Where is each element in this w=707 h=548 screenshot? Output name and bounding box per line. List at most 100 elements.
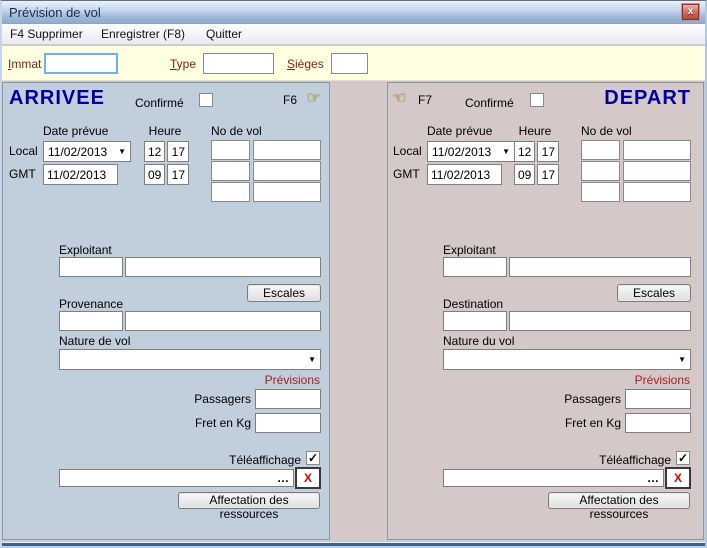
arrivee-gmt-minute-input[interactable] bbox=[167, 164, 189, 185]
arrivee-exploitant-code-input[interactable] bbox=[59, 257, 123, 277]
depart-teleaffichage-input[interactable] bbox=[444, 470, 645, 486]
prevision-de-vol-window: Prévision de vol x F4 Supprimer Enregist… bbox=[0, 0, 707, 548]
teleaffichage-label: Téléaffichage bbox=[229, 453, 301, 467]
immat-label: Immat bbox=[8, 57, 41, 71]
no-de-vol-cell[interactable] bbox=[623, 182, 691, 202]
menu-bar: F4 Supprimer Enregistrer (F8) Quitter bbox=[2, 24, 705, 45]
depart-nature-combo[interactable]: ▼ bbox=[443, 349, 691, 370]
arrivee-teleaffichage-field: … bbox=[59, 469, 294, 487]
arrivee-local-hour-input[interactable] bbox=[144, 141, 165, 162]
depart-local-date-combo[interactable]: 11/02/2013 ▼ bbox=[427, 141, 515, 162]
gmt-label: GMT bbox=[9, 167, 36, 181]
date-prevue-label: Date prévue bbox=[427, 124, 492, 138]
depart-gmt-date-input[interactable] bbox=[427, 164, 502, 185]
no-de-vol-cell[interactable] bbox=[211, 161, 250, 181]
no-de-vol-cell[interactable] bbox=[623, 161, 691, 181]
arrivee-confirme-checkbox[interactable] bbox=[199, 93, 213, 107]
no-de-vol-cell[interactable] bbox=[581, 161, 620, 181]
heure-label: Heure bbox=[139, 124, 191, 138]
no-de-vol-cell[interactable] bbox=[211, 182, 250, 202]
nature-de-vol-label: Nature de vol bbox=[59, 334, 130, 348]
hand-left-icon: ☜ bbox=[392, 88, 406, 108]
arrivee-exploitant-name-input[interactable] bbox=[125, 257, 321, 277]
depart-confirme-checkbox[interactable] bbox=[530, 93, 544, 107]
chevron-down-icon: ▼ bbox=[502, 147, 510, 156]
hand-right-icon: ☞ bbox=[307, 88, 321, 108]
menu-item-quitter[interactable]: Quitter bbox=[206, 27, 242, 41]
ellipsis-browse-icon[interactable]: … bbox=[277, 471, 290, 485]
arrivee-gmt-date-input[interactable] bbox=[43, 164, 118, 185]
no-de-vol-cell[interactable] bbox=[211, 140, 250, 160]
ellipsis-browse-icon[interactable]: … bbox=[647, 471, 660, 485]
no-de-vol-cell[interactable] bbox=[581, 182, 620, 202]
depart-passagers-input[interactable] bbox=[625, 389, 691, 409]
type-label: Type bbox=[170, 57, 196, 71]
depart-teleaffichage-checkbox[interactable]: ✓ bbox=[676, 451, 690, 465]
fret-en-kg-label: Fret en Kg bbox=[195, 416, 251, 430]
type-input[interactable] bbox=[203, 53, 274, 74]
depart-fkey-label: F7 bbox=[418, 93, 432, 107]
immat-input[interactable] bbox=[44, 53, 118, 74]
arrivee-gmt-hour-input[interactable] bbox=[144, 164, 165, 185]
window-bottom-border bbox=[2, 542, 705, 548]
arrivee-teleaffichage-input[interactable] bbox=[60, 470, 275, 486]
arrivee-clear-button[interactable]: X bbox=[295, 467, 321, 489]
fret-en-kg-label: Fret en Kg bbox=[565, 416, 621, 430]
previsions-label: Prévisions bbox=[635, 373, 690, 387]
menu-item-f4-supprimer[interactable]: F4 Supprimer bbox=[10, 27, 83, 41]
depart-exploitant-name-input[interactable] bbox=[509, 257, 691, 277]
depart-affectation-ressources-button[interactable]: Affectation des ressources bbox=[548, 492, 690, 509]
gmt-label: GMT bbox=[393, 167, 420, 181]
arrivee-heading: ARRIVEE bbox=[9, 87, 105, 110]
sieges-label: Sièges bbox=[287, 57, 324, 71]
arrivee-provenance-name-input[interactable] bbox=[125, 311, 321, 331]
chevron-down-icon: ▼ bbox=[118, 147, 126, 156]
arrivee-passagers-input[interactable] bbox=[255, 389, 321, 409]
depart-escales-button[interactable]: Escales bbox=[617, 284, 691, 302]
depart-panel: ☜ F7 Confirmé DEPART Date prévue Heure N… bbox=[387, 82, 704, 540]
passagers-label: Passagers bbox=[564, 392, 621, 406]
nature-du-vol-label: Nature du vol bbox=[443, 334, 514, 348]
close-button[interactable]: x bbox=[682, 4, 699, 20]
arrivee-nature-combo[interactable]: ▼ bbox=[59, 349, 321, 370]
no-de-vol-cell[interactable] bbox=[623, 140, 691, 160]
depart-heading: DEPART bbox=[604, 87, 691, 110]
arrivee-affectation-ressources-button[interactable]: Affectation des ressources bbox=[178, 492, 320, 509]
arrivee-fret-input[interactable] bbox=[255, 413, 321, 433]
depart-local-minute-input[interactable] bbox=[537, 141, 559, 162]
no-de-vol-cell[interactable] bbox=[253, 161, 321, 181]
depart-clear-button[interactable]: X bbox=[665, 467, 691, 489]
no-de-vol-label: No de vol bbox=[581, 124, 691, 138]
arrivee-local-date-combo[interactable]: 11/02/2013 ▼ bbox=[43, 141, 131, 162]
depart-destination-code-input[interactable] bbox=[443, 311, 507, 331]
depart-local-hour-input[interactable] bbox=[514, 141, 535, 162]
depart-fret-input[interactable] bbox=[625, 413, 691, 433]
depart-destination-name-input[interactable] bbox=[509, 311, 691, 331]
arrivee-local-minute-input[interactable] bbox=[167, 141, 189, 162]
no-de-vol-cell[interactable] bbox=[253, 140, 321, 160]
depart-confirme-label: Confirmé bbox=[465, 96, 514, 110]
sieges-input[interactable] bbox=[331, 53, 368, 74]
chevron-down-icon: ▼ bbox=[308, 355, 316, 364]
depart-teleaffichage-field: … bbox=[443, 469, 664, 487]
local-label: Local bbox=[393, 144, 422, 158]
no-de-vol-cell[interactable] bbox=[581, 140, 620, 160]
arrivee-escales-button[interactable]: Escales bbox=[247, 284, 321, 302]
window-title: Prévision de vol bbox=[9, 5, 101, 20]
passagers-label: Passagers bbox=[194, 392, 251, 406]
menu-item-enregistrer-f8[interactable]: Enregistrer (F8) bbox=[101, 27, 185, 41]
arrivee-teleaffichage-checkbox[interactable]: ✓ bbox=[306, 451, 320, 465]
exploitant-label: Exploitant bbox=[443, 243, 496, 257]
depart-gmt-minute-input[interactable] bbox=[537, 164, 559, 185]
local-label: Local bbox=[9, 144, 38, 158]
title-bar[interactable]: Prévision de vol x bbox=[2, 1, 705, 24]
depart-exploitant-code-input[interactable] bbox=[443, 257, 507, 277]
depart-gmt-hour-input[interactable] bbox=[514, 164, 535, 185]
teleaffichage-label: Téléaffichage bbox=[599, 453, 671, 467]
date-prevue-label: Date prévue bbox=[43, 124, 108, 138]
destination-label: Destination bbox=[443, 297, 503, 311]
depart-no-de-vol-grid bbox=[581, 140, 691, 202]
aircraft-id-bar: Immat Type Sièges bbox=[2, 46, 705, 81]
arrivee-provenance-code-input[interactable] bbox=[59, 311, 123, 331]
no-de-vol-cell[interactable] bbox=[253, 182, 321, 202]
